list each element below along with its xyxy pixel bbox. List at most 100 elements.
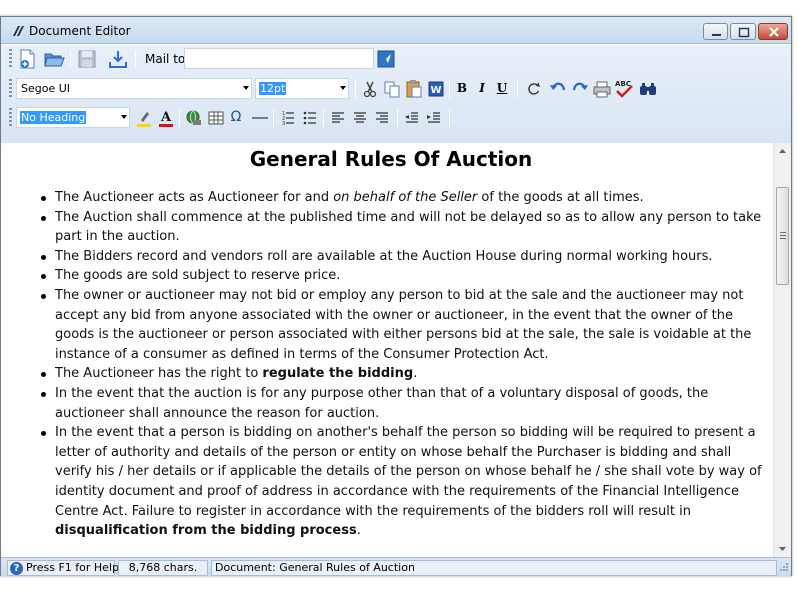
rule-text-run: The Auctioneer acts as Auctioneer for an… <box>55 190 334 205</box>
toolbar-separator <box>323 109 324 127</box>
refresh-icon[interactable] <box>523 78 545 100</box>
align-left-icon[interactable] <box>327 107 349 129</box>
rule-text-run: In the event that a person is bidding on… <box>55 425 762 519</box>
help-status-text: Press F1 for Help <box>26 561 119 574</box>
horizontal-rule-icon[interactable] <box>249 107 271 129</box>
print-icon[interactable] <box>591 78 613 100</box>
rule-text-run: The Auctioneer has the right to <box>55 366 263 382</box>
font-toolbar: Segoe UI 12pt W B I U ABC <box>7 75 667 102</box>
word-paste-icon[interactable]: W <box>425 78 447 100</box>
align-right-icon[interactable] <box>371 107 393 129</box>
heading-style-select[interactable]: No Heading <box>16 107 130 128</box>
cut-icon[interactable] <box>359 78 381 100</box>
insert-symbol-button[interactable]: Ω <box>227 108 245 126</box>
bold-button[interactable]: B <box>453 79 471 97</box>
rule-list-item: The Bidders record and vendors roll are … <box>41 247 767 267</box>
underline-button[interactable]: U <box>493 79 511 97</box>
send-mail-icon[interactable] <box>375 48 397 70</box>
rule-list-item: The Auction shall commence at the publis… <box>41 208 767 247</box>
rule-text-run: The goods are sold subject to reserve pr… <box>55 268 341 284</box>
rule-list-item: In the event that a person is bidding on… <box>41 423 767 541</box>
status-bar: ? Press F1 for Help 8,768 chars. Documen… <box>1 557 791 576</box>
numbered-list-icon[interactable]: 123 <box>277 107 299 129</box>
italic-button[interactable]: I <box>473 79 491 97</box>
svg-text:W: W <box>430 85 441 96</box>
svg-text:A: A <box>160 110 172 125</box>
toolbar-separator <box>397 109 398 127</box>
toolbar-separator <box>179 109 180 127</box>
chevron-down-icon <box>243 86 249 90</box>
rule-list-item: The goods are sold subject to reserve pr… <box>41 266 767 286</box>
svg-text:3: 3 <box>282 121 285 127</box>
copy-icon[interactable] <box>381 78 403 100</box>
toolbar-grip[interactable] <box>9 49 12 69</box>
indent-icon[interactable] <box>423 107 445 129</box>
font-color-icon[interactable]: A <box>155 107 177 129</box>
close-button[interactable] <box>758 23 788 40</box>
toolbar-separator <box>355 80 356 98</box>
maximize-button[interactable] <box>730 23 756 40</box>
insert-link-globe-icon[interactable] <box>183 107 205 129</box>
rule-text-run: . <box>356 523 361 539</box>
download-icon[interactable] <box>107 48 129 70</box>
chevron-down-icon <box>121 115 127 119</box>
mail-to-label: Mail to <box>145 52 186 66</box>
align-center-icon[interactable] <box>349 107 371 129</box>
document-name-text: Document: General Rules of Auction <box>215 561 415 574</box>
bullet-list-icon[interactable] <box>299 107 321 129</box>
rule-text-run: regulate the bidding <box>262 366 414 382</box>
highlight-color-icon[interactable] <box>133 107 155 129</box>
find-binoculars-icon[interactable] <box>637 78 659 100</box>
title-bar[interactable]: Document Editor <box>1 17 791 44</box>
redo-icon[interactable] <box>569 78 591 100</box>
heading-style-value: No Heading <box>20 111 87 124</box>
document-editor-window: Document Editor Mail to Segoe UI 12pt W … <box>0 16 792 576</box>
rule-text-run: The Auction shall commence at the publis… <box>55 209 762 245</box>
document-editor-area[interactable]: General Rules Of Auction The Auctioneer … <box>1 143 773 557</box>
insert-table-icon[interactable] <box>205 107 227 129</box>
char-count-pane: 8,768 chars. <box>118 560 208 576</box>
mail-to-input[interactable] <box>184 48 374 69</box>
rule-list-item: The owner or auctioneer may not bid or e… <box>41 286 767 364</box>
rule-text-run: The owner or auctioneer may not bid or e… <box>55 287 752 362</box>
toolbar-separator <box>70 50 71 68</box>
rules-list: The Auctioneer acts as Auctioneer for an… <box>41 188 767 541</box>
toolbar-separator <box>135 50 136 68</box>
minimize-button[interactable] <box>703 23 728 40</box>
help-icon: ? <box>10 562 23 575</box>
rule-text-run: disqualification from the bidding proces… <box>55 523 357 539</box>
toolbar-separator <box>449 80 450 98</box>
char-count-text: 8,768 chars. <box>128 561 198 574</box>
resize-grip-icon[interactable] <box>777 562 789 574</box>
help-status-pane: ? Press F1 for Help <box>7 560 119 576</box>
toolbar-separator <box>517 80 518 98</box>
undo-icon[interactable] <box>547 78 569 100</box>
toolbar-separator <box>449 109 450 127</box>
paste-icon[interactable] <box>403 78 425 100</box>
scrollbar-thumb[interactable] <box>776 187 789 285</box>
scroll-up-arrow-icon[interactable] <box>774 143 791 160</box>
open-folder-icon[interactable] <box>43 48 65 70</box>
outdent-icon[interactable] <box>401 107 423 129</box>
toolbar-grip[interactable] <box>9 108 12 128</box>
rule-list-item: The Auctioneer has the right to regulate… <box>41 364 767 384</box>
paragraph-toolbar: No Heading A Ω 123 <box>7 104 467 131</box>
font-size-value: 12pt <box>259 82 287 95</box>
font-size-select[interactable]: 12pt <box>255 78 349 99</box>
scroll-down-arrow-icon[interactable] <box>774 540 791 557</box>
new-document-icon[interactable] <box>17 48 39 70</box>
svg-text:ABC: ABC <box>615 80 631 88</box>
rule-text-run: . <box>413 366 418 382</box>
save-icon[interactable] <box>76 48 98 70</box>
document-title: General Rules Of Auction <box>249 147 533 171</box>
spell-check-icon[interactable]: ABC <box>613 78 635 100</box>
file-toolbar: Mail to <box>7 45 407 72</box>
font-family-value: Segoe UI <box>21 82 71 95</box>
font-family-select[interactable]: Segoe UI <box>16 78 252 99</box>
toolbar-grip[interactable] <box>9 79 12 99</box>
document-name-pane: Document: General Rules of Auction <box>211 560 777 576</box>
toolbar-separator <box>273 109 274 127</box>
vertical-scrollbar[interactable] <box>773 143 791 557</box>
rule-text-run: In the event that the auction is for any… <box>55 385 709 421</box>
rule-text-run: The Bidders record and vendors roll are … <box>55 248 713 264</box>
